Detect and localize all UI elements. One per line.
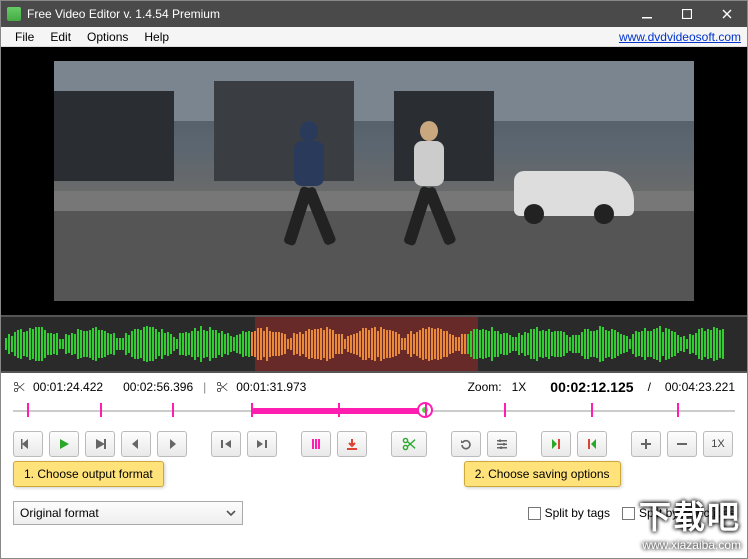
playback-toolbar: 1X bbox=[1, 427, 747, 457]
hint-saving-options: 2. Choose saving options bbox=[464, 461, 621, 487]
time-separator: / bbox=[648, 380, 651, 394]
hint-output-format: 1. Choose output format bbox=[13, 461, 164, 487]
scissor-icon bbox=[13, 381, 25, 393]
selection-duration: 00:01:31.973 bbox=[236, 380, 306, 394]
scissor-icon bbox=[216, 381, 228, 393]
set-marker-button[interactable] bbox=[301, 431, 331, 457]
output-format-dropdown[interactable]: Original format bbox=[13, 501, 243, 525]
checkbox-icon bbox=[528, 507, 541, 520]
rotate-button[interactable] bbox=[451, 431, 481, 457]
split-by-selections-checkbox[interactable]: Split by selections bbox=[622, 506, 735, 520]
menubar: File Edit Options Help www.dvdvideosoft.… bbox=[1, 27, 747, 47]
menu-options[interactable]: Options bbox=[79, 30, 136, 44]
website-link[interactable]: www.dvdvideosoft.com bbox=[619, 30, 741, 44]
video-preview bbox=[1, 47, 747, 315]
bottom-options-row: Original format Split by tags Split by s… bbox=[1, 487, 747, 533]
play-button[interactable] bbox=[49, 431, 79, 457]
zoom-reset-button[interactable]: 1X bbox=[703, 431, 733, 457]
goto-end-button[interactable] bbox=[247, 431, 277, 457]
marker-info-row: 00:01:24.422 00:02:56.396 | 00:01:31.973… bbox=[1, 373, 747, 397]
video-frame bbox=[54, 61, 694, 301]
split-by-tags-label: Split by tags bbox=[545, 506, 610, 520]
zoom-in-button[interactable] bbox=[631, 431, 661, 457]
titlebar: Free Video Editor v. 1.4.54 Premium bbox=[1, 1, 747, 27]
close-button[interactable] bbox=[707, 1, 747, 27]
goto-start-button[interactable] bbox=[211, 431, 241, 457]
cut-button[interactable] bbox=[391, 431, 427, 457]
download-marker-button[interactable] bbox=[337, 431, 367, 457]
output-format-value: Original format bbox=[20, 506, 99, 520]
split-by-selections-label: Split by selections bbox=[639, 506, 735, 520]
chevron-down-icon bbox=[224, 506, 238, 520]
step-fwd-button[interactable] bbox=[157, 431, 187, 457]
current-time: 00:02:12.125 bbox=[550, 379, 633, 395]
trim-right-button[interactable] bbox=[577, 431, 607, 457]
zoom-out-button[interactable] bbox=[667, 431, 697, 457]
prev-frame-button[interactable] bbox=[13, 431, 43, 457]
play-selection-button[interactable] bbox=[85, 431, 115, 457]
watermark-url: www.xiazaiba.com bbox=[639, 538, 741, 552]
split-by-tags-checkbox[interactable]: Split by tags bbox=[528, 506, 610, 520]
timeline-ruler[interactable] bbox=[13, 399, 735, 421]
total-time: 00:04:23.221 bbox=[665, 380, 735, 394]
menu-edit[interactable]: Edit bbox=[42, 30, 79, 44]
app-icon bbox=[7, 7, 21, 21]
separator: | bbox=[203, 380, 206, 394]
checkbox-icon bbox=[622, 507, 635, 520]
trim-left-button[interactable] bbox=[541, 431, 571, 457]
menu-file[interactable]: File bbox=[7, 30, 42, 44]
zoom-value: 1X bbox=[512, 380, 527, 394]
hint-row: 1. Choose output format 2. Choose saving… bbox=[1, 457, 747, 487]
settings-button[interactable] bbox=[487, 431, 517, 457]
selection-start-time: 00:01:24.422 bbox=[33, 380, 103, 394]
selection-end-time: 00:02:56.396 bbox=[123, 380, 193, 394]
window-title: Free Video Editor v. 1.4.54 Premium bbox=[27, 7, 627, 21]
minimize-button[interactable] bbox=[627, 1, 667, 27]
maximize-button[interactable] bbox=[667, 1, 707, 27]
step-back-button[interactable] bbox=[121, 431, 151, 457]
audio-waveform[interactable] bbox=[1, 315, 747, 373]
zoom-label: Zoom: bbox=[468, 380, 502, 394]
menu-help[interactable]: Help bbox=[136, 30, 177, 44]
